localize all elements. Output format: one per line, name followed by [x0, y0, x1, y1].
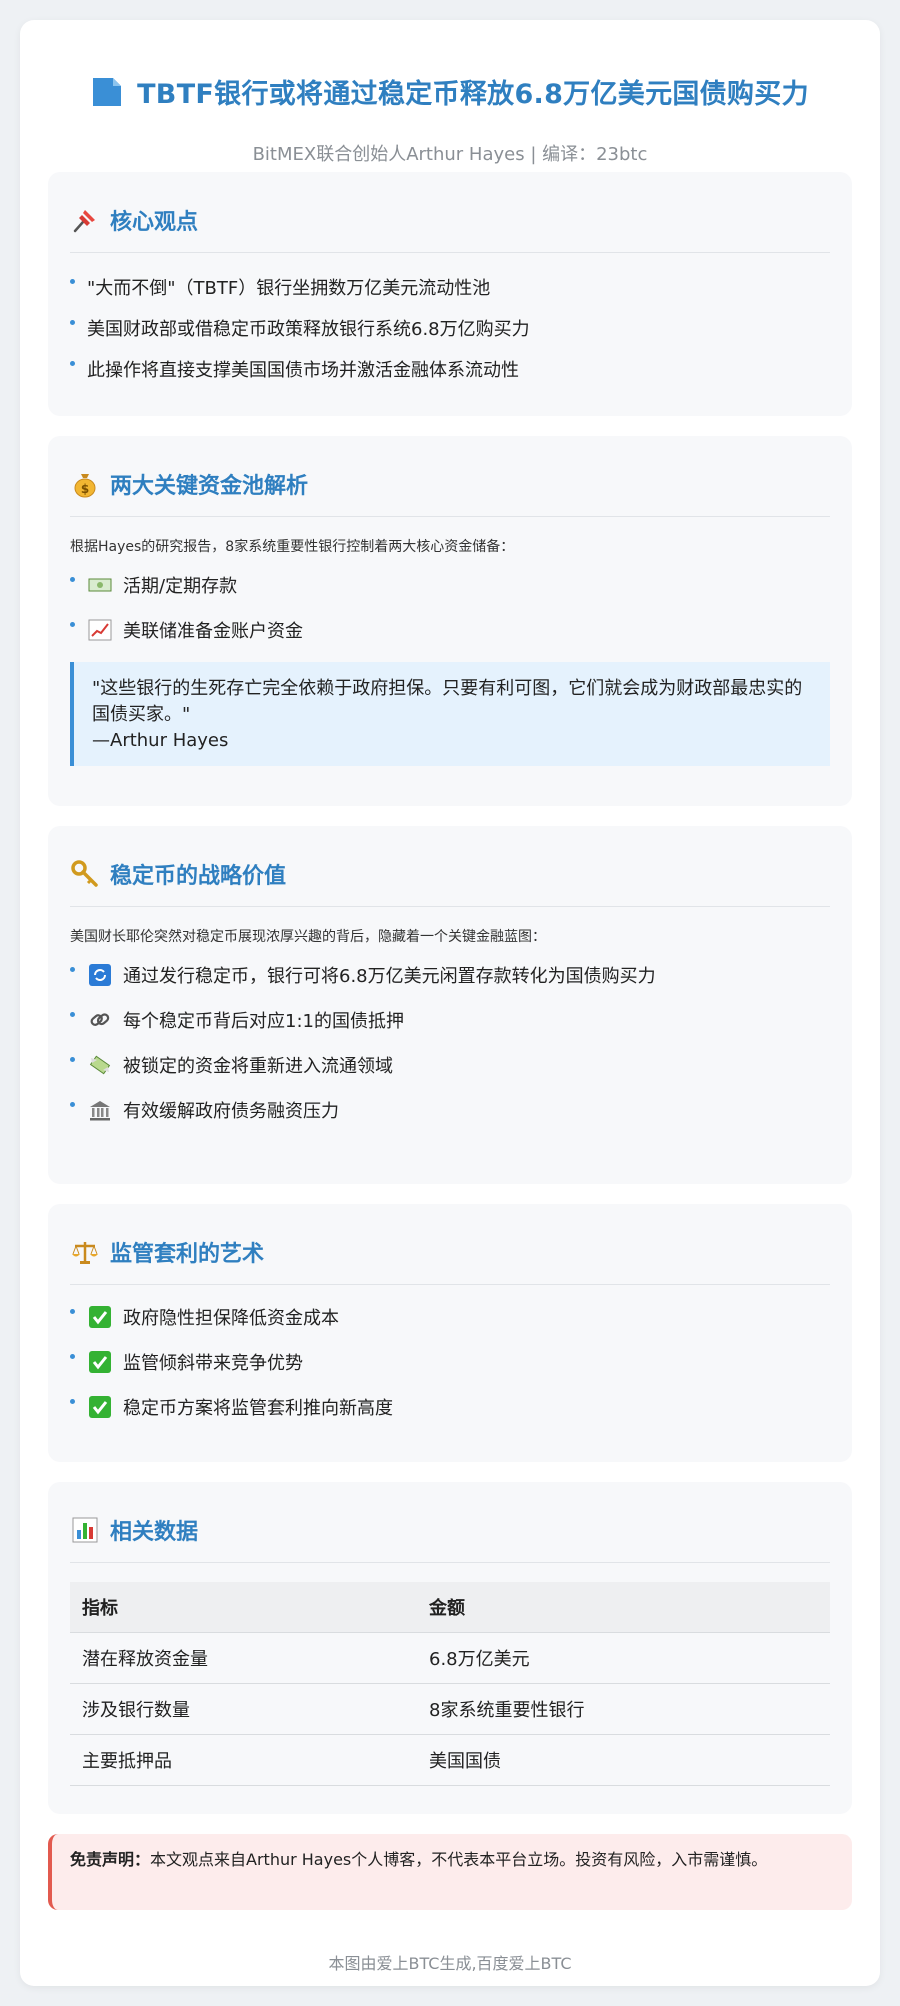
page-title: TBTF银行或将通过稳定币释放6.8万亿美元国债购买力: [137, 79, 809, 110]
section-intro: 美国财长耶伦突然对稳定币展现浓厚兴趣的背后，隐藏着一个关键金融蓝图：: [70, 929, 546, 945]
hayes-quote: "这些银行的生死存亡完全依赖于政府担保。只要有利可图，它们就会成为财政部最忠实的…: [70, 662, 830, 766]
footer-note: 本图由爱上BTC生成,百度爱上BTC: [328, 1954, 572, 1973]
key-icon: [70, 859, 100, 889]
section-intro: 根据Hayes的研究报告，8家系统重要性银行控制着两大核心资金储备：: [70, 539, 515, 555]
document-icon: [93, 77, 122, 106]
data-table: 指标 金额 潜在释放资金量 6.8万亿美元 涉及银行数量 8家系统重要性银行 主…: [70, 1582, 830, 1786]
disclaimer-box: 免责声明：本文观点来自Arthur Hayes个人博客，不代表本平台立场。投资有…: [48, 1834, 852, 1910]
section-title: 监管套利的艺术: [110, 1242, 265, 1267]
disclaimer-text: 本文观点来自Arthur Hayes个人博客，不代表本平台立场。投资有风险，入市…: [150, 1850, 768, 1869]
list-item: 美联储准备金账户资金: [70, 617, 830, 643]
check-box-icon: [87, 1394, 113, 1420]
list-item: 通过发行稳定币，银行可将6.8万亿美元闲置存款转化为国债购买力: [70, 962, 830, 988]
list-item: 美国财政部或借稳定币政策释放银行系统6.8万亿购买力: [70, 315, 830, 341]
section-title: 两大关键资金池解析: [110, 474, 309, 499]
table-cell: 涉及银行数量: [70, 1683, 417, 1735]
banknote-icon: [87, 572, 113, 598]
pushpin-icon: [70, 205, 100, 235]
table-cell: 主要抵押品: [70, 1734, 417, 1786]
section-regulatory-arbitrage: 监管套利的艺术 政府隐性担保降低资金成本 监管倾斜带来竞争优势 稳定币方案将监管…: [48, 1204, 852, 1462]
section-title: 相关数据: [110, 1520, 199, 1545]
table-cell: 美国国债: [417, 1734, 830, 1786]
list-item: 稳定币方案将监管套利推向新高度: [70, 1394, 830, 1420]
bar-chart-icon: [70, 1515, 100, 1545]
section-fund-pools: $ 两大关键资金池解析 根据Hayes的研究报告，8家系统重要性银行控制着两大核…: [48, 436, 852, 806]
table-row: 潜在释放资金量 6.8万亿美元: [70, 1632, 830, 1684]
section-title: 稳定币的战略价值: [110, 864, 287, 889]
svg-text:$: $: [81, 482, 89, 496]
disclaimer-label: 免责声明：: [70, 1850, 151, 1869]
page-subtitle: BitMEX联合创始人Arthur Hayes | 编译：23btc: [252, 144, 648, 165]
list-item: 监管倾斜带来竞争优势: [70, 1349, 830, 1375]
list-item: 每个稳定币背后对应1:1的国债抵押: [70, 1007, 830, 1033]
quote-author: —Arthur Hayes: [92, 730, 229, 751]
list-item: "大而不倒"（TBTF）银行坐拥数万亿美元流动性池: [70, 274, 830, 300]
chart-increasing-icon: [87, 617, 113, 643]
section-core-views: 核心观点 "大而不倒"（TBTF）银行坐拥数万亿美元流动性池 美国财政部或借稳定…: [48, 172, 852, 416]
section-title: 核心观点: [110, 210, 199, 235]
balance-scale-icon: [70, 1237, 100, 1267]
refresh-icon: [87, 962, 113, 988]
bank-icon: [87, 1097, 113, 1123]
article-card: TBTF银行或将通过稳定币释放6.8万亿美元国债购买力 BitMEX联合创始人A…: [20, 20, 880, 1986]
link-icon: [87, 1007, 113, 1033]
column-header: 金额: [417, 1582, 830, 1633]
money-bag-icon: $: [70, 469, 100, 499]
table-cell: 潜在释放资金量: [70, 1632, 417, 1684]
title-row: TBTF银行或将通过稳定币释放6.8万亿美元国债购买力: [20, 72, 880, 111]
column-header: 指标: [70, 1582, 417, 1633]
table-cell: 8家系统重要性银行: [417, 1683, 830, 1735]
list-item: 此操作将直接支撑美国国债市场并激活金融体系流动性: [70, 356, 830, 382]
money-wings-icon: [87, 1052, 113, 1078]
table-header-row: 指标 金额: [70, 1582, 830, 1633]
list-item: 有效缓解政府债务融资压力: [70, 1097, 830, 1123]
table-row: 涉及银行数量 8家系统重要性银行: [70, 1683, 830, 1735]
table-cell: 6.8万亿美元: [417, 1632, 830, 1684]
section-stablecoin-strategy: 稳定币的战略价值 美国财长耶伦突然对稳定币展现浓厚兴趣的背后，隐藏着一个关键金融…: [48, 826, 852, 1184]
list-item: 政府隐性担保降低资金成本: [70, 1304, 830, 1330]
check-box-icon: [87, 1304, 113, 1330]
list-item: 被锁定的资金将重新进入流通领域: [70, 1052, 830, 1078]
list-item: 活期/定期存款: [70, 572, 830, 598]
check-box-icon: [87, 1349, 113, 1375]
section-related-data: 相关数据 指标 金额 潜在释放资金量 6.8万亿美元 涉及银行数量 8家系统重要…: [48, 1482, 852, 1814]
table-row: 主要抵押品 美国国债: [70, 1734, 830, 1786]
